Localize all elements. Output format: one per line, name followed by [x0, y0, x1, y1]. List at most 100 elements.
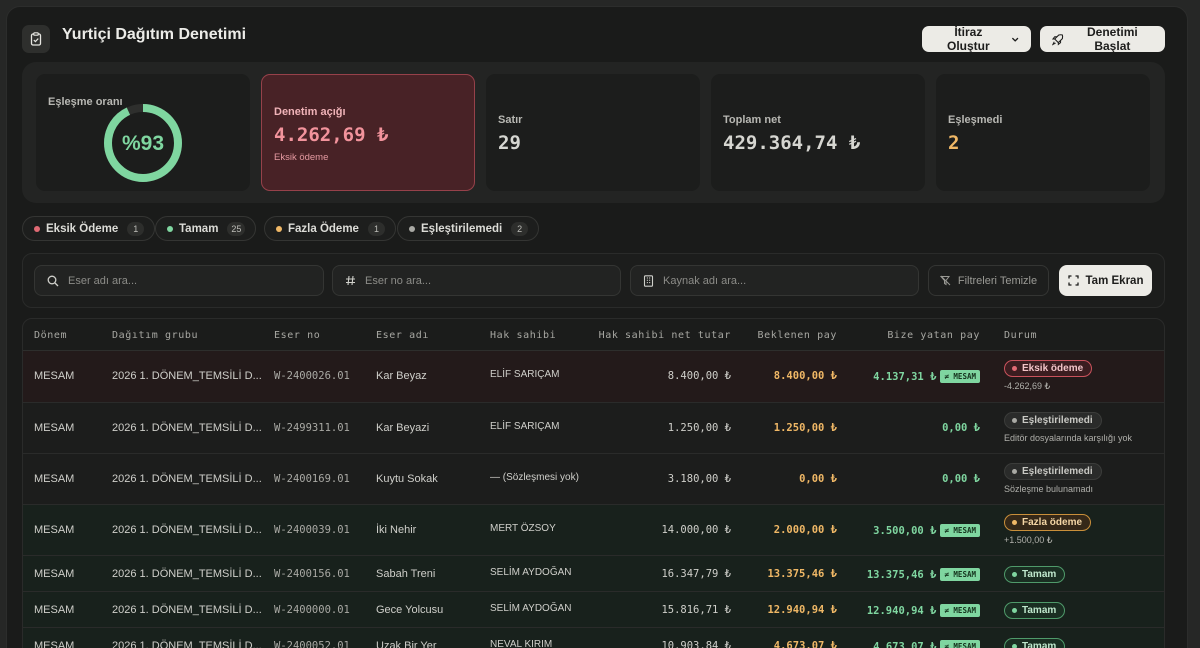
source-tag-label: MESAM [953, 606, 976, 615]
expected-share-cell: 8.400,00 ₺ [773, 370, 837, 382]
paid-share-cell: 0,00 ₺ [942, 473, 980, 485]
filter-chip-label: Tamam [179, 222, 219, 235]
paid-share-value: 13.375,46 ₺ [866, 569, 937, 581]
filter-chip-eslestirilemedi[interactable]: Eşleştirilemedi 2 [397, 216, 540, 241]
period-cell: MESAM [34, 473, 75, 485]
table-row[interactable]: MESAM 2026 1. DÖNEM_TEMSİLİ D... W-2400000… [23, 592, 1164, 628]
table-row[interactable]: MESAM 2026 1. DÖNEM_TEMSİLİ D... W-2400026… [23, 351, 1164, 403]
fullscreen-button[interactable]: Tam Ekran [1059, 265, 1152, 296]
period-cell: MESAM [34, 604, 75, 616]
status-badge: Tamam [1004, 602, 1066, 619]
audit-gap-card: Denetim açığı 4.262,69 ₺ Eksik ödeme [261, 74, 475, 191]
column-header[interactable]: Bize yatan pay [887, 330, 980, 341]
match-rate-ring: %93 [104, 104, 182, 182]
status-label: Eksik ödeme [1022, 363, 1084, 374]
work-name-cell: Kar Beyaz [376, 370, 427, 382]
status-dot [34, 225, 40, 232]
rocket-icon [1052, 33, 1064, 45]
source-tag: ≠ MESAM [940, 604, 980, 617]
status-badge: Fazla ödeme [1004, 514, 1092, 531]
source-tag-label: MESAM [953, 526, 976, 535]
chevron-down-icon [1011, 37, 1019, 42]
filter-chip-eksik-odeme[interactable]: Eksik Ödeme 1 [22, 216, 156, 241]
work-no-cell: W-2400026.01 [274, 370, 350, 382]
column-header[interactable]: Hak sahibi [490, 330, 556, 341]
net-amount-cell: 16.347,79 ₺ [661, 568, 731, 580]
column-header[interactable]: Hak sahibi net tutar [599, 330, 731, 341]
status-label: Tamam [1022, 569, 1057, 580]
net-amount-cell: 14.000,00 ₺ [661, 524, 731, 536]
status-dot [409, 225, 415, 232]
group-cell: 2026 1. DÖNEM_TEMSİLİ D... [112, 524, 262, 536]
source-search-input[interactable] [663, 274, 883, 287]
status-badge: Tamam [1004, 566, 1066, 583]
filter-chip-label: Fazla Ödeme [288, 222, 359, 235]
column-header[interactable]: Durum [1004, 330, 1037, 341]
group-cell: 2026 1. DÖNEM_TEMSİLİ D... [112, 640, 262, 648]
source-tag-label: MESAM [953, 372, 976, 381]
start-audit-label: Denetimi Başlat [1087, 25, 1138, 53]
column-header[interactable]: Dönem [34, 330, 67, 341]
period-cell: MESAM [34, 524, 75, 536]
source-tag: ≠ MESAM [940, 524, 980, 537]
audit-gap-label: Denetim açığı [274, 106, 346, 118]
search-panel: Filtreleri Temizle Tam Ekran [22, 253, 1165, 308]
work-name-cell: Kar Beyazi [376, 422, 430, 434]
status-note: Editör dosyalarında karşılığı yok [1004, 433, 1133, 443]
filter-chip-fazla-odeme[interactable]: Fazla Ödeme 1 [264, 216, 396, 241]
paid-share-cell: 4.673,07 ₺ ≠ MESAM [873, 640, 980, 648]
source-tag-label: MESAM [953, 570, 976, 579]
net-amount-cell: 1.250,00 ₺ [667, 422, 731, 434]
status-note: Sözleşme bulunamadı [1004, 484, 1094, 494]
start-audit-button[interactable]: Denetimi Başlat [1040, 25, 1165, 53]
work-name-search-input[interactable] [68, 274, 288, 287]
work-name-cell: Kuytu Sokak [376, 473, 438, 485]
table-row[interactable]: MESAM 2026 1. DÖNEM_TEMSİLİ D... W-2400169… [23, 454, 1164, 505]
work-no-cell: W-2400039.01 [274, 524, 350, 536]
status-badge: Eşleştirilemedi [1004, 463, 1102, 480]
filter-off-icon [939, 275, 951, 286]
work-name-cell: Gece Yolcusu [376, 604, 444, 616]
net-amount-cell: 3.180,00 ₺ [667, 473, 731, 485]
status-dot [1012, 572, 1017, 577]
hash-icon [346, 275, 355, 286]
column-header[interactable]: Dağıtım grubu [112, 330, 198, 341]
table-row[interactable]: MESAM 2026 1. DÖNEM_TEMSİLİ D... W-2499311… [23, 403, 1164, 454]
create-dispute-button[interactable]: İtiraz Oluştur [922, 25, 1031, 53]
paid-share-cell: 4.137,31 ₺ ≠ MESAM [873, 370, 980, 383]
create-dispute-label: İtiraz Oluştur [946, 25, 990, 53]
expected-share-cell: 2.000,00 ₺ [773, 524, 837, 536]
status-badge: Eşleştirilemedi [1004, 412, 1102, 429]
clear-filters-button[interactable]: Filtreleri Temizle [928, 265, 1049, 296]
work-name-cell: Sabah Treni [376, 568, 436, 580]
status-dot [167, 225, 173, 232]
status-dot [1012, 644, 1017, 648]
work-name-search [34, 265, 324, 296]
unmatched-card: Eşleşmedi 2 [936, 74, 1150, 191]
total-net-label: Toplam net [723, 114, 781, 126]
source-search [630, 265, 919, 296]
work-no-search-input[interactable] [365, 274, 585, 287]
work-no-search [332, 265, 621, 296]
source-tag: ≠ MESAM [940, 640, 980, 648]
group-cell: 2026 1. DÖNEM_TEMSİLİ D... [112, 370, 262, 382]
owner-cell: ELİF SARIÇAM [490, 421, 560, 432]
column-header[interactable]: Eser adı [376, 330, 429, 341]
unmatched-value: 2 [948, 132, 960, 154]
table-row[interactable]: MESAM 2026 1. DÖNEM_TEMSİLİ D... W-2400039… [23, 505, 1164, 556]
status-dot [1012, 366, 1017, 371]
expected-share-cell: 12.940,94 ₺ [767, 604, 837, 616]
table-row[interactable]: MESAM 2026 1. DÖNEM_TEMSİLİ D... W-2400052… [23, 628, 1164, 648]
work-no-cell: W-2400156.01 [274, 568, 350, 580]
column-header[interactable]: Eser no [274, 330, 320, 341]
owner-cell: SELİM AYDOĞAN [490, 603, 572, 614]
table-row[interactable]: MESAM 2026 1. DÖNEM_TEMSİLİ D... W-2400156… [23, 556, 1164, 592]
status-dot [1012, 418, 1017, 423]
stats-panel: Eşleşme oranı %93 Denetim açığı 4.262,69… [22, 62, 1165, 203]
filter-chip-tamam[interactable]: Tamam 25 [155, 216, 257, 241]
rows-card: Satır 29 [486, 74, 700, 191]
fullscreen-icon [1067, 275, 1079, 286]
work-no-cell: W-2499311.01 [274, 422, 350, 434]
group-cell: 2026 1. DÖNEM_TEMSİLİ D... [112, 422, 262, 434]
column-header[interactable]: Beklenen pay [758, 330, 837, 341]
